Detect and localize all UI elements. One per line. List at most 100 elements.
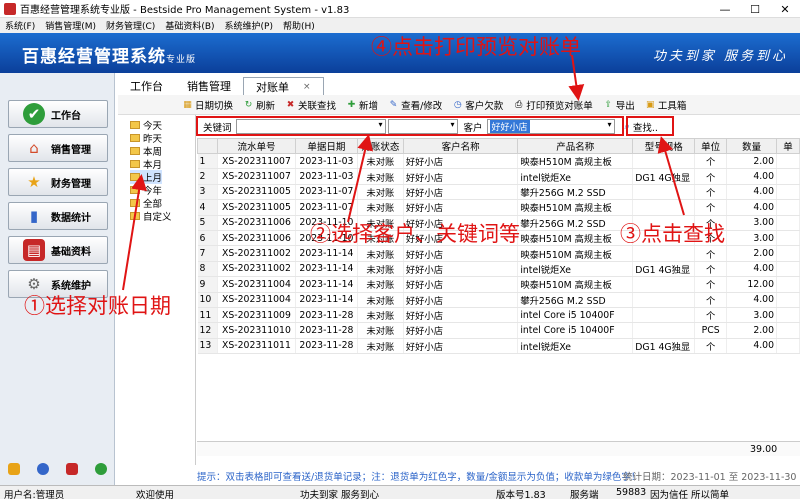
- table-cell: 好好小店: [403, 261, 519, 278]
- table-cell: 个: [694, 153, 728, 170]
- nav-workbench-button[interactable]: ✔ 工作台: [8, 100, 108, 128]
- date-switch-button[interactable]: ▦ 日期切换: [182, 98, 233, 112]
- statement-table: 流水单号 单据日期 对账状态 客户名称 产品名称 型号规格 单位 数量单 1 XS-202311…: [197, 138, 800, 454]
- table-cell: DG1 4G独显: [632, 261, 696, 278]
- table-cell: 个: [694, 307, 728, 324]
- print-preview-statement-button[interactable]: ⎙ 打印预览对账单: [513, 98, 593, 112]
- table-cell: 好好小店: [403, 307, 519, 324]
- menu-finance[interactable]: 财务管理(C): [101, 19, 160, 32]
- table-row[interactable]: 4 XS-202311005 2023-11-07 未对账 好好小店 映泰H510M 高规…: [197, 199, 800, 216]
- table-cell: XS-202311005: [217, 199, 296, 216]
- refresh-status-icon[interactable]: [94, 463, 107, 475]
- table-row[interactable]: 7 XS-202311002 2023-11-14 未对账 好好小店 映泰H510M 高规…: [197, 245, 800, 262]
- tree-item-this-week[interactable]: 本周: [130, 144, 162, 158]
- table-row[interactable]: 13 XS-202311011 2023-11-28 未对账 好好小店 intel锐炬Xe…: [197, 338, 800, 355]
- menu-maintenance[interactable]: 系统维护(P): [220, 19, 278, 32]
- close-button[interactable]: ✕: [770, 0, 800, 18]
- related-search-button[interactable]: ✖ 关联查找: [285, 98, 336, 112]
- customer-arrears-button[interactable]: ◷ 客户欠款: [452, 98, 503, 112]
- export-button[interactable]: ⇪ 导出: [603, 98, 635, 112]
- filter-highlight-box: [196, 116, 624, 136]
- refresh-icon: ↻: [244, 99, 253, 110]
- table-cell: 2023-11-07: [295, 199, 358, 216]
- table-cell: [776, 276, 800, 293]
- view-edit-button[interactable]: ✎ 查看/修改: [388, 98, 442, 112]
- column-header[interactable]: 单据日期: [294, 138, 358, 154]
- table-cell: 未对账: [357, 245, 404, 262]
- add-button[interactable]: ✚ 新增: [346, 98, 378, 112]
- table-cell: XS-202311004: [217, 292, 296, 308]
- tree-item-today[interactable]: 今天: [130, 118, 162, 132]
- close-tab-icon[interactable]: ×: [303, 82, 311, 92]
- annotation-step4: ④点击打印预览对账单: [371, 35, 581, 59]
- toolbox-button[interactable]: ▣ 工具箱: [645, 98, 686, 112]
- table-cell: 未对账: [357, 292, 404, 308]
- nav-basic-data-button[interactable]: ▤ 基础资料: [8, 236, 108, 264]
- table-cell: 9: [197, 276, 218, 293]
- tab-statement[interactable]: 对账单 ×: [243, 77, 324, 95]
- table-row[interactable]: 12 XS-202311010 2023-11-28 未对账 好好小店 intel Cor…: [197, 322, 800, 339]
- table-row[interactable]: 10 XS-202311004 2023-11-14 未对账 好好小店 攀升256G M.…: [197, 292, 800, 308]
- folder-icon: [130, 186, 140, 194]
- column-header[interactable]: 客户名称: [402, 138, 519, 154]
- column-header[interactable]: [197, 138, 218, 154]
- house-icon: ⌂: [29, 139, 39, 157]
- menu-help[interactable]: 帮助(H): [278, 19, 320, 32]
- nav-statistics-button[interactable]: ▮ 数据统计: [8, 202, 108, 230]
- info-icon[interactable]: [37, 463, 50, 475]
- tab-sales[interactable]: 销售管理: [175, 77, 243, 95]
- table-cell: 2023-11-14: [295, 292, 358, 308]
- refresh-button[interactable]: ↻ 刷新: [243, 98, 275, 112]
- table-cell: 映泰H510M 高规主板: [517, 153, 634, 170]
- nav-finance-button[interactable]: ★ 财务管理: [8, 168, 108, 196]
- table-row[interactable]: 8 XS-202311002 2023-11-14 未对账 好好小店 intel锐炬Xe D…: [197, 261, 800, 278]
- toolbar: ▦ 日期切换 ↻ 刷新 ✖ 关联查找 ✚ 新增 ✎ 查看/修改 ◷ 客户欠款 ⎙ 打印预览对账…: [118, 95, 800, 115]
- column-header[interactable]: 对账状态: [356, 138, 404, 154]
- date-range: 统计日期：2023-11-01 至 2023-11-30: [623, 472, 797, 483]
- folder-icon: [130, 147, 140, 155]
- table-cell: 未对账: [357, 153, 404, 170]
- table-cell: 映泰H510M 高规主板: [517, 276, 634, 293]
- tree-item-all[interactable]: 全部: [130, 196, 162, 210]
- maximize-button[interactable]: ☐: [740, 0, 770, 18]
- tree-item-custom[interactable]: 自定义: [130, 209, 172, 223]
- column-header[interactable]: 单: [776, 138, 800, 154]
- tree-item-this-year[interactable]: 今年: [130, 183, 162, 197]
- tree-item-this-month[interactable]: 本月: [130, 157, 162, 171]
- menu-system[interactable]: 系统(F): [0, 19, 40, 32]
- table-cell: [776, 322, 800, 339]
- table-row[interactable]: 9 XS-202311004 2023-11-14 未对账 好好小店 映泰H510M 高规…: [197, 276, 800, 293]
- exit-icon[interactable]: [65, 463, 78, 475]
- table-cell: 10: [197, 292, 218, 308]
- table-row[interactable]: 11 XS-202311009 2023-11-28 未对账 好好小店 intel Cor…: [197, 307, 800, 324]
- table-cell: 2023-11-03: [295, 153, 358, 170]
- column-header[interactable]: 产品名称: [517, 138, 634, 154]
- tree-item-last-month[interactable]: 上月: [130, 170, 163, 184]
- menu-basic-data[interactable]: 基础资料(B): [160, 19, 219, 32]
- tab-workbench[interactable]: 工作台: [118, 77, 175, 95]
- table-row[interactable]: 1 XS-202311007 2023-11-03 未对账 好好小店 映泰H510M 高规…: [197, 153, 800, 170]
- table-cell: 2023-11-14: [295, 245, 358, 262]
- column-header[interactable]: 流水单号: [216, 138, 296, 154]
- nav-sales-button[interactable]: ⌂ 销售管理: [8, 134, 108, 162]
- table-row[interactable]: 3 XS-202311005 2023-11-07 未对账 好好小店 攀升256G M.2…: [197, 184, 800, 201]
- plus-icon: ✚: [347, 99, 356, 110]
- table-cell: XS-202311002: [217, 261, 296, 278]
- menu-sales[interactable]: 销售管理(M): [40, 19, 101, 32]
- folder-icon: [130, 121, 140, 129]
- column-header[interactable]: 数量: [726, 138, 778, 154]
- folder-icon[interactable]: [8, 463, 21, 475]
- table-cell: 3.00: [726, 230, 778, 247]
- table-cell: 个: [694, 261, 728, 278]
- minimize-button[interactable]: —: [710, 0, 740, 18]
- table-cell: 个: [694, 168, 728, 185]
- bar-chart-icon: ▮: [29, 207, 39, 225]
- folder-icon: [130, 212, 140, 220]
- tree-item-yesterday[interactable]: 昨天: [130, 131, 162, 145]
- table-cell: 未对账: [357, 338, 404, 355]
- table-cell: 2023-11-14: [295, 276, 358, 293]
- column-header[interactable]: 型号规格: [632, 138, 696, 154]
- total-quantity: 39.00: [750, 444, 778, 455]
- table-row[interactable]: 2 XS-202311007 2023-11-03 未对账 好好小店 intel锐炬Xe D…: [197, 168, 800, 185]
- column-header[interactable]: 单位: [694, 138, 728, 154]
